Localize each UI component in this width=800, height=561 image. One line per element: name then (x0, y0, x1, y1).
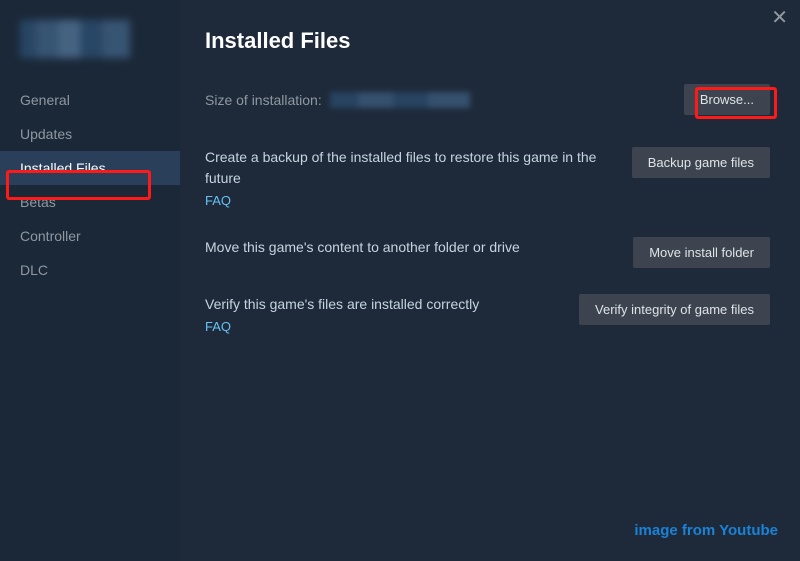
verify-desc: Verify this game's files are installed c… (205, 294, 579, 337)
install-size-value-redacted (330, 92, 470, 108)
backup-desc-text: Create a backup of the installed files t… (205, 149, 596, 186)
sidebar-item-label: DLC (20, 262, 48, 278)
sidebar-item-dlc[interactable]: DLC (0, 253, 180, 287)
sidebar-item-label: Installed Files (20, 160, 106, 176)
move-button[interactable]: Move install folder (633, 237, 770, 268)
sidebar: General Updates Installed Files Betas Co… (0, 0, 180, 561)
close-icon[interactable]: ✕ (771, 8, 788, 28)
sidebar-item-label: Controller (20, 228, 81, 244)
page-title: Installed Files (205, 28, 770, 54)
move-row: Move this game's content to another fold… (205, 237, 770, 268)
sidebar-item-label: General (20, 92, 70, 108)
browse-button-wrap: Browse... (684, 84, 770, 115)
sidebar-item-installed-files[interactable]: Installed Files (0, 151, 180, 185)
install-size-label: Size of installation: (205, 92, 322, 108)
verify-faq-link[interactable]: FAQ (205, 317, 559, 337)
browse-button[interactable]: Browse... (684, 84, 770, 115)
sidebar-item-label: Betas (20, 194, 56, 210)
verify-button[interactable]: Verify integrity of game files (579, 294, 770, 325)
sidebar-item-general[interactable]: General (0, 83, 180, 117)
app-container: General Updates Installed Files Betas Co… (0, 0, 800, 561)
backup-button[interactable]: Backup game files (632, 147, 770, 178)
verify-row: Verify this game's files are installed c… (205, 294, 770, 337)
sidebar-item-controller[interactable]: Controller (0, 219, 180, 253)
verify-desc-text: Verify this game's files are installed c… (205, 296, 479, 312)
install-size-row: Size of installation: Browse... (205, 84, 770, 115)
attribution-text: image from Youtube (634, 522, 778, 539)
backup-row: Create a backup of the installed files t… (205, 147, 770, 211)
sidebar-item-betas[interactable]: Betas (0, 185, 180, 219)
move-desc: Move this game's content to another fold… (205, 237, 633, 258)
game-header-image (20, 20, 130, 58)
backup-desc: Create a backup of the installed files t… (205, 147, 632, 211)
main-panel: ✕ Installed Files Size of installation: … (180, 0, 800, 561)
backup-faq-link[interactable]: FAQ (205, 191, 612, 211)
sidebar-item-label: Updates (20, 126, 72, 142)
sidebar-item-updates[interactable]: Updates (0, 117, 180, 151)
move-desc-text: Move this game's content to another fold… (205, 239, 520, 255)
